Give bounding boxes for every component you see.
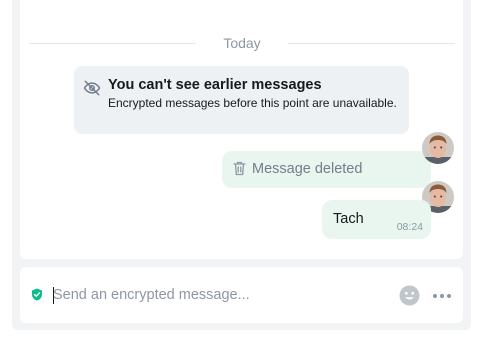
user-avatar-image	[422, 132, 454, 164]
date-separator: Today	[30, 34, 455, 54]
notice-description: Encrypted messages before this point are…	[108, 96, 397, 110]
message-text: Tach	[333, 211, 364, 227]
date-separator-label: Today	[223, 35, 261, 51]
avatar[interactable]	[422, 132, 454, 164]
separator-line-right	[288, 43, 455, 44]
shield-check-icon	[32, 288, 42, 301]
emoji-icon[interactable]	[399, 285, 420, 306]
more-options-icon[interactable]	[432, 288, 452, 304]
deleted-message-bubble[interactable]: Message deleted	[222, 151, 431, 188]
deleted-message-text: Message deleted	[252, 161, 363, 177]
message-timestamp: 08:24	[396, 221, 423, 233]
notice-title: You can't see earlier messages	[108, 77, 322, 93]
unable-to-decrypt-notice: You can't see earlier messages Encrypted…	[74, 66, 409, 134]
message-input[interactable]	[53, 284, 383, 306]
separator-line-left	[30, 43, 196, 44]
eye-off-icon	[83, 80, 101, 96]
trash-icon	[233, 161, 246, 176]
message-bubble[interactable]: Tach 08:24	[322, 200, 431, 239]
message-composer	[20, 267, 463, 323]
